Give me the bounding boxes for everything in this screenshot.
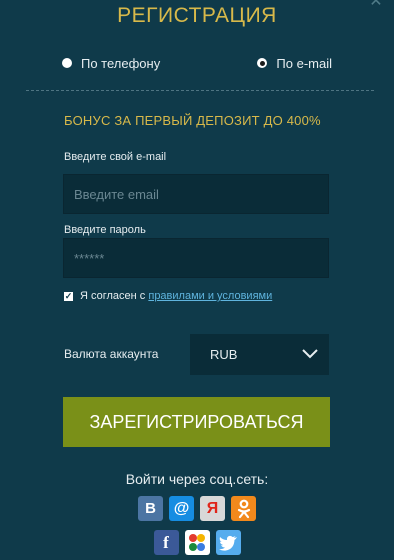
- currency-select[interactable]: RUB: [190, 334, 329, 375]
- radio-by-email[interactable]: По e-mail: [257, 56, 332, 71]
- social-row-2: f: [0, 530, 394, 555]
- email-field[interactable]: Введите email: [63, 174, 329, 214]
- currency-value: RUB: [210, 347, 238, 362]
- odnoklassniki-icon[interactable]: [231, 496, 256, 521]
- password-field[interactable]: ******: [63, 238, 329, 278]
- password-label: Введите пароль: [64, 224, 146, 236]
- radio-email-indicator[interactable]: [257, 58, 268, 68]
- agreement-row: ✓ Я согласен с правилами и условиями: [64, 290, 272, 302]
- currency-label: Валюта аккаунта: [64, 347, 159, 361]
- bonus-banner: БОНУС ЗА ПЕРВЫЙ ДЕПОЗИТ ДО 400%: [64, 113, 321, 128]
- twitter-icon[interactable]: [215, 530, 241, 555]
- terms-link[interactable]: правилами и условиями: [148, 290, 272, 302]
- registration-method-selector: По телефону По e-mail: [62, 54, 332, 72]
- agreement-text: Я согласен с правилами и условиями: [80, 290, 272, 302]
- password-placeholder: ******: [74, 250, 105, 266]
- radio-phone-indicator[interactable]: [62, 58, 72, 68]
- agreement-prefix: Я согласен с: [80, 290, 146, 302]
- vk-icon[interactable]: В: [138, 496, 163, 521]
- email-label: Введите свой e-mail: [64, 151, 167, 163]
- register-button[interactable]: ЗАРЕГИСТРИРОВАТЬСЯ: [63, 397, 330, 447]
- agreement-checkbox[interactable]: ✓: [64, 291, 73, 301]
- radio-phone-label: По телефону: [81, 55, 161, 71]
- social-login-label: Войти через соц.сеть:: [125, 471, 269, 487]
- google-icon[interactable]: [184, 530, 210, 555]
- dashed-divider: [26, 90, 374, 91]
- facebook-icon[interactable]: f: [153, 530, 179, 555]
- page-title: РЕГИСТРАЦИЯ: [117, 4, 277, 27]
- radio-by-phone[interactable]: По телефону: [62, 56, 160, 71]
- mailru-icon[interactable]: @: [169, 496, 194, 521]
- email-placeholder: Введите email: [74, 186, 159, 202]
- social-row-1: В @ Я: [0, 496, 394, 521]
- chevron-down-icon: [302, 349, 318, 359]
- radio-email-label: По e-mail: [276, 55, 332, 71]
- yandex-icon[interactable]: Я: [200, 496, 225, 521]
